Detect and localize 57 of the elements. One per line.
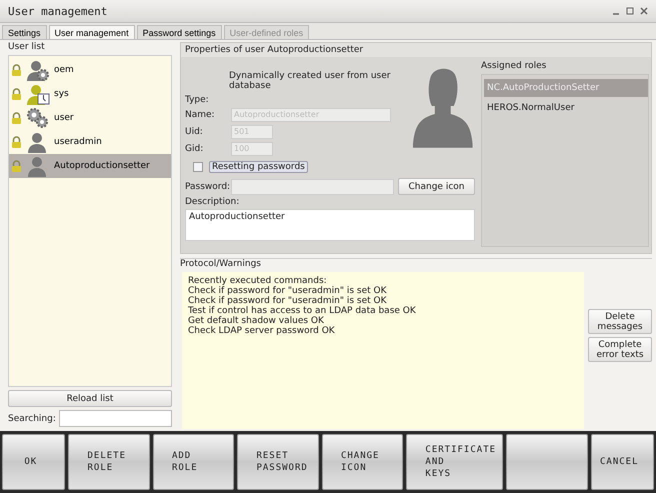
softkey[interactable] [506,434,588,490]
user-item[interactable]: oem [9,58,171,82]
field-label: Password: [185,182,227,192]
user-gear-icon [26,59,50,81]
field-label: Description: [185,197,240,207]
softkey[interactable]: CERTIFICATE AND KEYS [406,434,504,490]
user-item[interactable]: user [9,106,171,130]
panel-title: Properties of user Autoproductionsetter [181,43,651,57]
log-line: Test if control has access to an LDAP data base OK [188,306,417,316]
softkey[interactable]: RESET PASSWORD [237,434,319,490]
field-label: Type: [185,95,210,105]
user-clock-icon [26,83,50,105]
lock-icon [11,88,22,100]
field-label: Uid: [185,126,204,136]
close-icon[interactable] [640,7,648,15]
reload-button[interactable]: Reload list [8,390,172,407]
search-field[interactable] [58,410,172,427]
window-title: User management [8,4,108,18]
checkbox-label[interactable]: Resetting passwords [209,161,308,173]
change-icon-button[interactable]: Change icon [398,178,475,195]
user-item[interactable]: Autoproductionsetter [9,154,171,178]
softkey[interactable]: DELETE ROLE [68,434,150,490]
protocol-button[interactable]: Complete error texts [588,337,652,362]
tab[interactable]: User management [48,25,135,39]
log-line: Check if password for "useradmin" is set OK [188,286,388,296]
role-item[interactable]: HEROS.NormalUser [484,99,648,117]
log-line: Recently executed commands: [188,276,328,286]
lock-icon [11,64,22,76]
field-label: Name: [185,110,216,120]
lock-icon [11,112,22,124]
section-title: Assigned roles [481,61,548,71]
user-avatar-icon [27,155,49,177]
tab[interactable]: Password settings [136,25,222,39]
user-item[interactable]: useradmin [9,130,171,154]
field-label: Searching: [8,414,56,424]
type-value: Dynamically created user from user database [229,70,392,91]
maximize-icon[interactable] [626,7,634,15]
softkey[interactable]: OK [2,434,66,490]
lock-icon [11,160,22,172]
section-title: User list [8,42,46,52]
lock-icon [11,136,22,148]
description-field[interactable]: Autoproductionsetter [185,209,475,241]
softkey[interactable]: ADD ROLE [152,434,234,490]
password-field[interactable] [231,178,394,194]
tab[interactable]: Settings [2,25,47,39]
protocol-button[interactable]: Delete messages [588,309,652,334]
user-avatar-icon [27,131,49,153]
softkey[interactable]: CANCEL [590,434,654,490]
user-item[interactable]: sys [9,82,171,106]
checkbox[interactable] [193,162,203,172]
section-title: Protocol/Warnings [180,259,262,269]
field-label: Gid: [185,144,204,154]
log-line: Check LDAP server password OK [188,326,336,336]
gears-icon [26,107,50,129]
log-line: Check if password for "useradmin" is set OK [188,296,388,306]
softkey[interactable]: CHANGE ICON [322,434,404,490]
log-line: Get default shadow values OK [188,316,325,326]
